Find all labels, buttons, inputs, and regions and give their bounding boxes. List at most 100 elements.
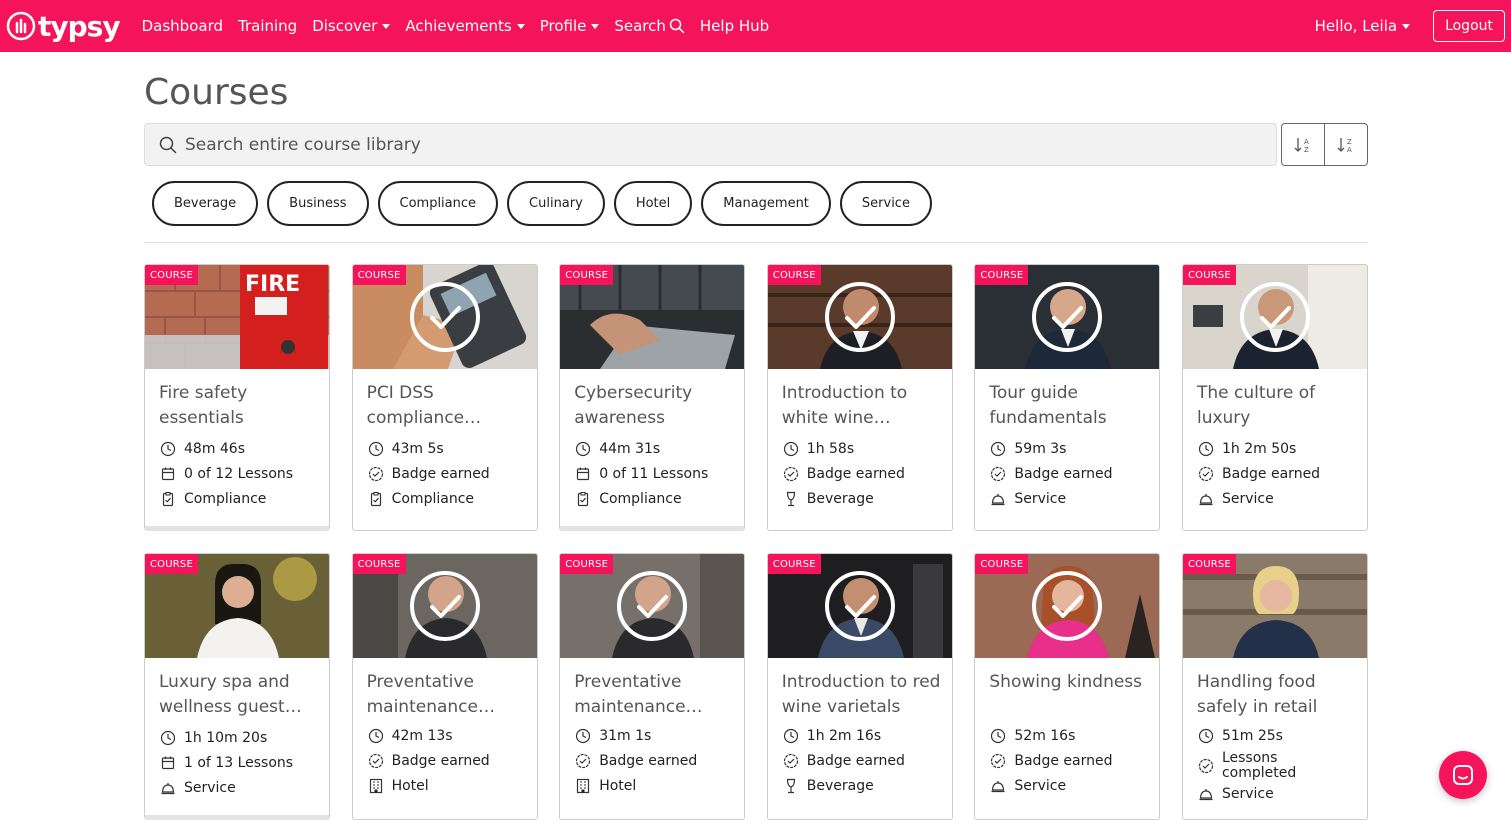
calendar-icon: [161, 467, 175, 481]
course-type-badge: COURSE: [352, 554, 406, 574]
course-card[interactable]: COURSE Cybersecurity awareness 44m 31s 0…: [559, 264, 746, 531]
category-text: Service: [1221, 786, 1274, 802]
typsy-logo[interactable]: typsy: [6, 10, 121, 43]
completed-check-icon: [409, 571, 480, 641]
duration-text: 1h 58s: [806, 441, 855, 457]
chat-icon: [1453, 765, 1473, 785]
nav-discover[interactable]: Discover: [312, 17, 391, 35]
completed-check-icon: [824, 282, 895, 352]
support-chat-button[interactable]: [1439, 751, 1487, 799]
course-status: Badge earned: [990, 753, 1112, 769]
course-category: Compliance: [575, 491, 682, 507]
course-duration: 44m 31s: [575, 441, 660, 457]
course-title: Fire safety essentials: [159, 383, 248, 428]
category-text: Compliance: [391, 491, 475, 507]
course-status: 1 of 13 Lessons: [160, 755, 293, 771]
course-card[interactable]: COURSE Showing kindness 52m 16s Badge ea…: [974, 553, 1161, 820]
status-text: Badge earned: [806, 753, 905, 769]
category-text: Beverage: [806, 491, 874, 507]
service-bell-icon: [991, 494, 1005, 506]
course-duration: 43m 5s: [368, 441, 444, 457]
calendar-icon: [161, 756, 175, 770]
sort-alpha-up-icon: Z A: [1337, 137, 1352, 154]
status-text: Lessons completed: [1221, 750, 1297, 781]
nav-search[interactable]: Search: [614, 17, 685, 35]
course-duration: 51m 25s: [1198, 728, 1283, 744]
search-icon: [159, 136, 177, 153]
clock-icon: [1198, 441, 1214, 457]
sort-za-button[interactable]: Z A: [1324, 124, 1367, 165]
course-category: Service: [1198, 786, 1274, 802]
course-duration: 1h 2m 50s: [1198, 441, 1296, 457]
nav-help-hub[interactable]: Help Hub: [700, 17, 769, 35]
svg-text:A: A: [1304, 138, 1309, 146]
course-card[interactable]: COURSE Tour guide fundamentals 59m 3s Ba…: [974, 264, 1161, 531]
status-text: 0 of 12 Lessons: [184, 466, 294, 482]
badge-check-icon: [576, 753, 591, 769]
filter-service[interactable]: Service: [839, 181, 932, 226]
course-card[interactable]: COURSE The culture of luxury 1h 2m 50s B…: [1181, 264, 1368, 531]
filter-beverage[interactable]: Beverage: [152, 181, 259, 226]
hotel-building-icon: [577, 778, 590, 794]
svg-text:A: A: [1347, 146, 1352, 154]
sort-az-button[interactable]: A Z: [1282, 124, 1324, 165]
chevron-down-icon: [1402, 23, 1411, 29]
status-text: Badge earned: [1014, 466, 1113, 482]
clipboard-check-icon: [578, 492, 589, 507]
duration-text: 44m 31s: [599, 441, 661, 457]
nav-dashboard[interactable]: Dashboard: [142, 17, 223, 35]
user-menu[interactable]: Hello, Leila: [1315, 17, 1411, 35]
course-duration: 31m 1s: [575, 728, 651, 744]
course-category: Compliance: [160, 491, 266, 507]
service-bell-icon: [1199, 789, 1213, 801]
clock-icon: [368, 728, 383, 744]
category-text: Hotel: [599, 778, 637, 794]
status-text: 0 of 11 Lessons: [599, 466, 709, 482]
nav-achievements[interactable]: Achievements: [405, 17, 525, 35]
course-card[interactable]: COURSE Introduction to red wine varietal…: [766, 553, 953, 820]
search-input[interactable]: [183, 133, 1187, 156]
course-search[interactable]: [144, 123, 1277, 166]
clock-icon: [576, 728, 591, 744]
course-duration: 48m 46s: [160, 441, 245, 457]
filter-hotel[interactable]: Hotel: [613, 181, 693, 226]
nav-training[interactable]: Training: [238, 17, 297, 35]
filter-compliance[interactable]: Compliance: [377, 181, 499, 226]
filter-management[interactable]: Management: [701, 181, 831, 226]
course-grid: FIRE COURSE Fire safety essentials 48m 4…: [144, 264, 1368, 820]
course-title: Showing kindness: [989, 672, 1143, 692]
status-text: Badge earned: [391, 466, 490, 482]
nav-profile[interactable]: Profile: [540, 17, 600, 35]
course-card[interactable]: FIRE COURSE Fire safety essentials 48m 4…: [144, 264, 330, 531]
course-card[interactable]: COURSE Preventative maintenance… 42m 13s…: [351, 553, 538, 820]
filter-culinary[interactable]: Culinary: [507, 181, 605, 226]
course-card[interactable]: COURSE Preventative maintenance… 31m 1s …: [559, 553, 746, 820]
clock-icon: [783, 728, 798, 744]
page-title: Courses: [144, 72, 289, 113]
course-card[interactable]: COURSE Handling food safely in retail 51…: [1181, 553, 1368, 820]
course-type-badge: COURSE: [352, 265, 406, 285]
completed-check-icon: [617, 571, 688, 641]
course-type-badge: COURSE: [560, 554, 614, 574]
logout-button[interactable]: Logout: [1433, 10, 1505, 42]
course-category: Service: [990, 491, 1066, 507]
chevron-down-icon: [591, 23, 600, 29]
clock-icon: [1198, 728, 1214, 744]
course-title: Preventative maintenance…: [366, 672, 495, 717]
duration-text: 59m 3s: [1014, 441, 1067, 457]
course-card[interactable]: COURSE PCI DSS compliance… 43m 5s Badge …: [351, 264, 538, 531]
course-title: Handling food safely in retail: [1196, 672, 1318, 717]
duration-text: 52m 16s: [1014, 728, 1076, 744]
nav-profile-label: Profile: [539, 17, 587, 35]
filter-business[interactable]: Business: [267, 181, 369, 226]
category-text: Hotel: [391, 778, 429, 794]
duration-text: 48m 46s: [184, 441, 246, 457]
clock-icon: [160, 441, 176, 457]
course-title: PCI DSS compliance…: [366, 383, 482, 428]
course-card[interactable]: COURSE Introduction to white wine… 1h 58…: [766, 264, 953, 531]
course-card[interactable]: COURSE Luxury spa and wellness guest… 1h…: [144, 553, 330, 820]
duration-text: 1h 2m 50s: [1221, 441, 1297, 457]
category-text: Compliance: [599, 491, 682, 507]
course-status: Badge earned: [575, 753, 697, 769]
category-text: Service: [1014, 491, 1067, 507]
